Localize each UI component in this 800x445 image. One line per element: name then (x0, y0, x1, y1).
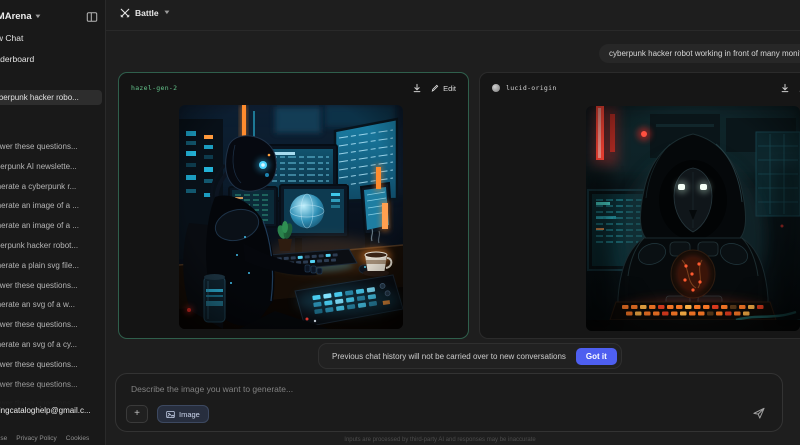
generation-panel-b: lucid-origin Edit (479, 72, 800, 339)
send-icon[interactable] (752, 406, 766, 420)
generated-image-a[interactable] (179, 105, 403, 329)
edit-button[interactable]: Edit (431, 84, 456, 93)
top-bar: Battle ▼ (106, 0, 800, 31)
prompt-input[interactable] (129, 382, 693, 408)
disclaimer-text: Inputs are processed by third-party AI a… (344, 437, 536, 443)
history-item[interactable]: Answer these questions... (0, 137, 105, 157)
account-email[interactable]: testingcataloghelp@gmail.c... (0, 406, 105, 415)
sidebar: LMArena▼ New Chat Leaderboard Cyberpunk … (0, 0, 106, 445)
mode-label: Battle (135, 8, 159, 18)
history-item[interactable]: Answer these questions... (0, 375, 105, 395)
sidebar-item-new-chat[interactable]: New Chat (0, 33, 105, 43)
battle-swords-icon (120, 8, 130, 18)
sidebar-item-current-chat[interactable]: Cyberpunk hacker robo... (0, 90, 102, 105)
user-prompt-bubble: cyberpunk hacker robot working in front … (599, 44, 800, 63)
brand-menu[interactable]: LMArena▼ (0, 11, 42, 22)
sidebar-footer: Terms of Use Privacy Policy Cookies (0, 435, 105, 442)
mode-selector[interactable]: Battle ▼ (120, 8, 171, 18)
chat-history-list: Answer these questions... Cyberpunk AI n… (0, 137, 105, 414)
got-it-button[interactable]: Got it (575, 347, 617, 365)
download-icon[interactable] (780, 83, 790, 93)
panel-b-header: lucid-origin Edit (480, 73, 800, 103)
history-item[interactable]: Answer these questions... (0, 276, 105, 296)
history-item[interactable]: Cyberpunk hacker robot... (0, 236, 105, 256)
history-item[interactable]: Answer these questions... (0, 355, 105, 375)
brand-label: LMArena (0, 11, 32, 22)
history-item[interactable]: Answer these questions... (0, 315, 105, 335)
history-item[interactable]: Generate an image of a ... (0, 216, 105, 236)
current-chat-label: Cyberpunk hacker robo... (0, 93, 79, 102)
brand-row: LMArena▼ (0, 6, 105, 24)
history-notice: Previous chat history will not be carrie… (318, 343, 622, 369)
add-attachment-button[interactable]: + (126, 405, 148, 423)
model-name-a: hazel-gen-2 (131, 84, 178, 92)
generated-image-b[interactable] (586, 106, 800, 331)
download-icon[interactable] (412, 83, 422, 93)
terms-link[interactable]: Terms of Use (0, 435, 7, 442)
prompt-composer: + Image (115, 373, 783, 432)
cookies-link[interactable]: Cookies (66, 435, 89, 442)
history-item[interactable]: Generate a cyberpunk r... (0, 177, 105, 197)
history-item[interactable]: Generate an svg of a w... (0, 295, 105, 315)
chevron-down-icon: ▼ (162, 10, 171, 16)
privacy-link[interactable]: Privacy Policy (16, 435, 56, 442)
chevron-down-icon: ▼ (33, 13, 42, 20)
history-item[interactable]: Generate an svg of a cy... (0, 335, 105, 355)
notice-text: Previous chat history will not be carrie… (332, 351, 566, 361)
model-logo-icon (492, 84, 500, 92)
generation-panel-a: hazel-gen-2 Edit (118, 72, 469, 339)
model-name-b: lucid-origin (506, 84, 557, 92)
history-item[interactable]: Generate an image of a ... (0, 196, 105, 216)
history-item[interactable]: Cyberpunk AI newslette... (0, 157, 105, 177)
panel-a-header: hazel-gen-2 Edit (119, 73, 468, 103)
sidebar-toggle-icon[interactable] (86, 10, 98, 22)
history-item[interactable]: Generate a plain svg file... (0, 256, 105, 276)
sidebar-item-leaderboard[interactable]: Leaderboard (0, 54, 105, 64)
image-mode-button[interactable]: Image (157, 405, 209, 423)
edit-label: Edit (443, 83, 456, 93)
pencil-icon (431, 84, 439, 92)
image-icon (166, 410, 175, 418)
image-button-label: Image (179, 409, 200, 419)
main-area: Battle ▼ cyberpunk hacker robot working … (106, 0, 800, 445)
